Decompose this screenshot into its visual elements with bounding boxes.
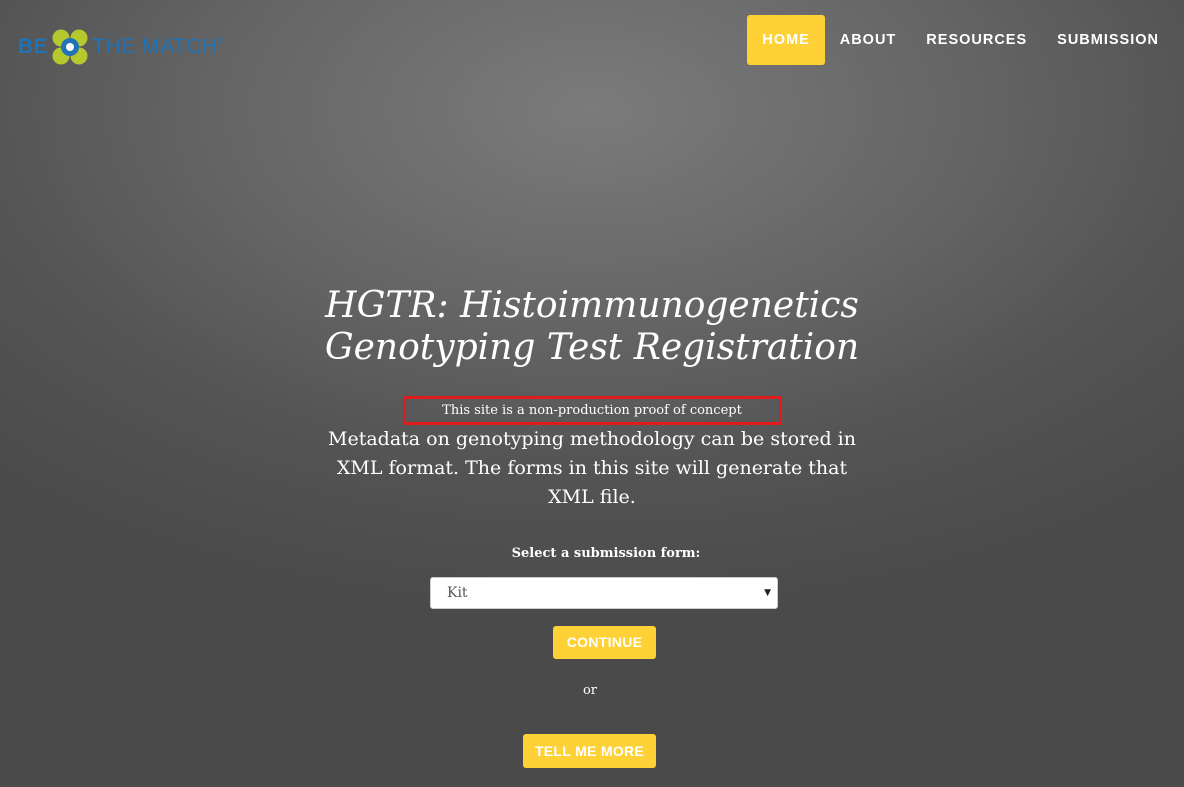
nav-resources[interactable]: RESOURCES (911, 15, 1042, 65)
or-separator: or (582, 683, 598, 698)
hero-section: HGTR: Histoimmunogenetics Genotyping Tes… (0, 285, 1184, 768)
select-form-label: Select a submission form: (511, 546, 701, 561)
continue-button[interactable]: CONTINUE (553, 626, 656, 659)
tell-me-more-button[interactable]: TELL ME MORE (523, 734, 656, 768)
select-value: Kit (447, 585, 468, 601)
submission-form-select[interactable]: Kit ▼ (430, 577, 778, 609)
proof-of-concept-notice: This site is a non-production proof of c… (402, 396, 782, 425)
logo-be-text: BE (18, 35, 49, 58)
nav-submission[interactable]: SUBMISSION (1042, 15, 1174, 65)
be-the-match-logo[interactable]: BE THE MATCH ® (18, 28, 224, 66)
logo-trademark: ® (217, 36, 224, 45)
nav-about[interactable]: ABOUT (825, 15, 912, 65)
page-title: HGTR: Histoimmunogenetics Genotyping Tes… (324, 285, 860, 368)
main-nav: HOME ABOUT RESOURCES SUBMISSION (747, 15, 1174, 65)
logo-the-match-text: THE MATCH (92, 35, 218, 58)
hero-description: Metadata on genotyping methodology can b… (328, 428, 856, 508)
dropdown-arrow-icon: ▼ (764, 588, 771, 598)
logo-clover-icon (52, 29, 88, 65)
nav-home[interactable]: HOME (747, 15, 825, 65)
